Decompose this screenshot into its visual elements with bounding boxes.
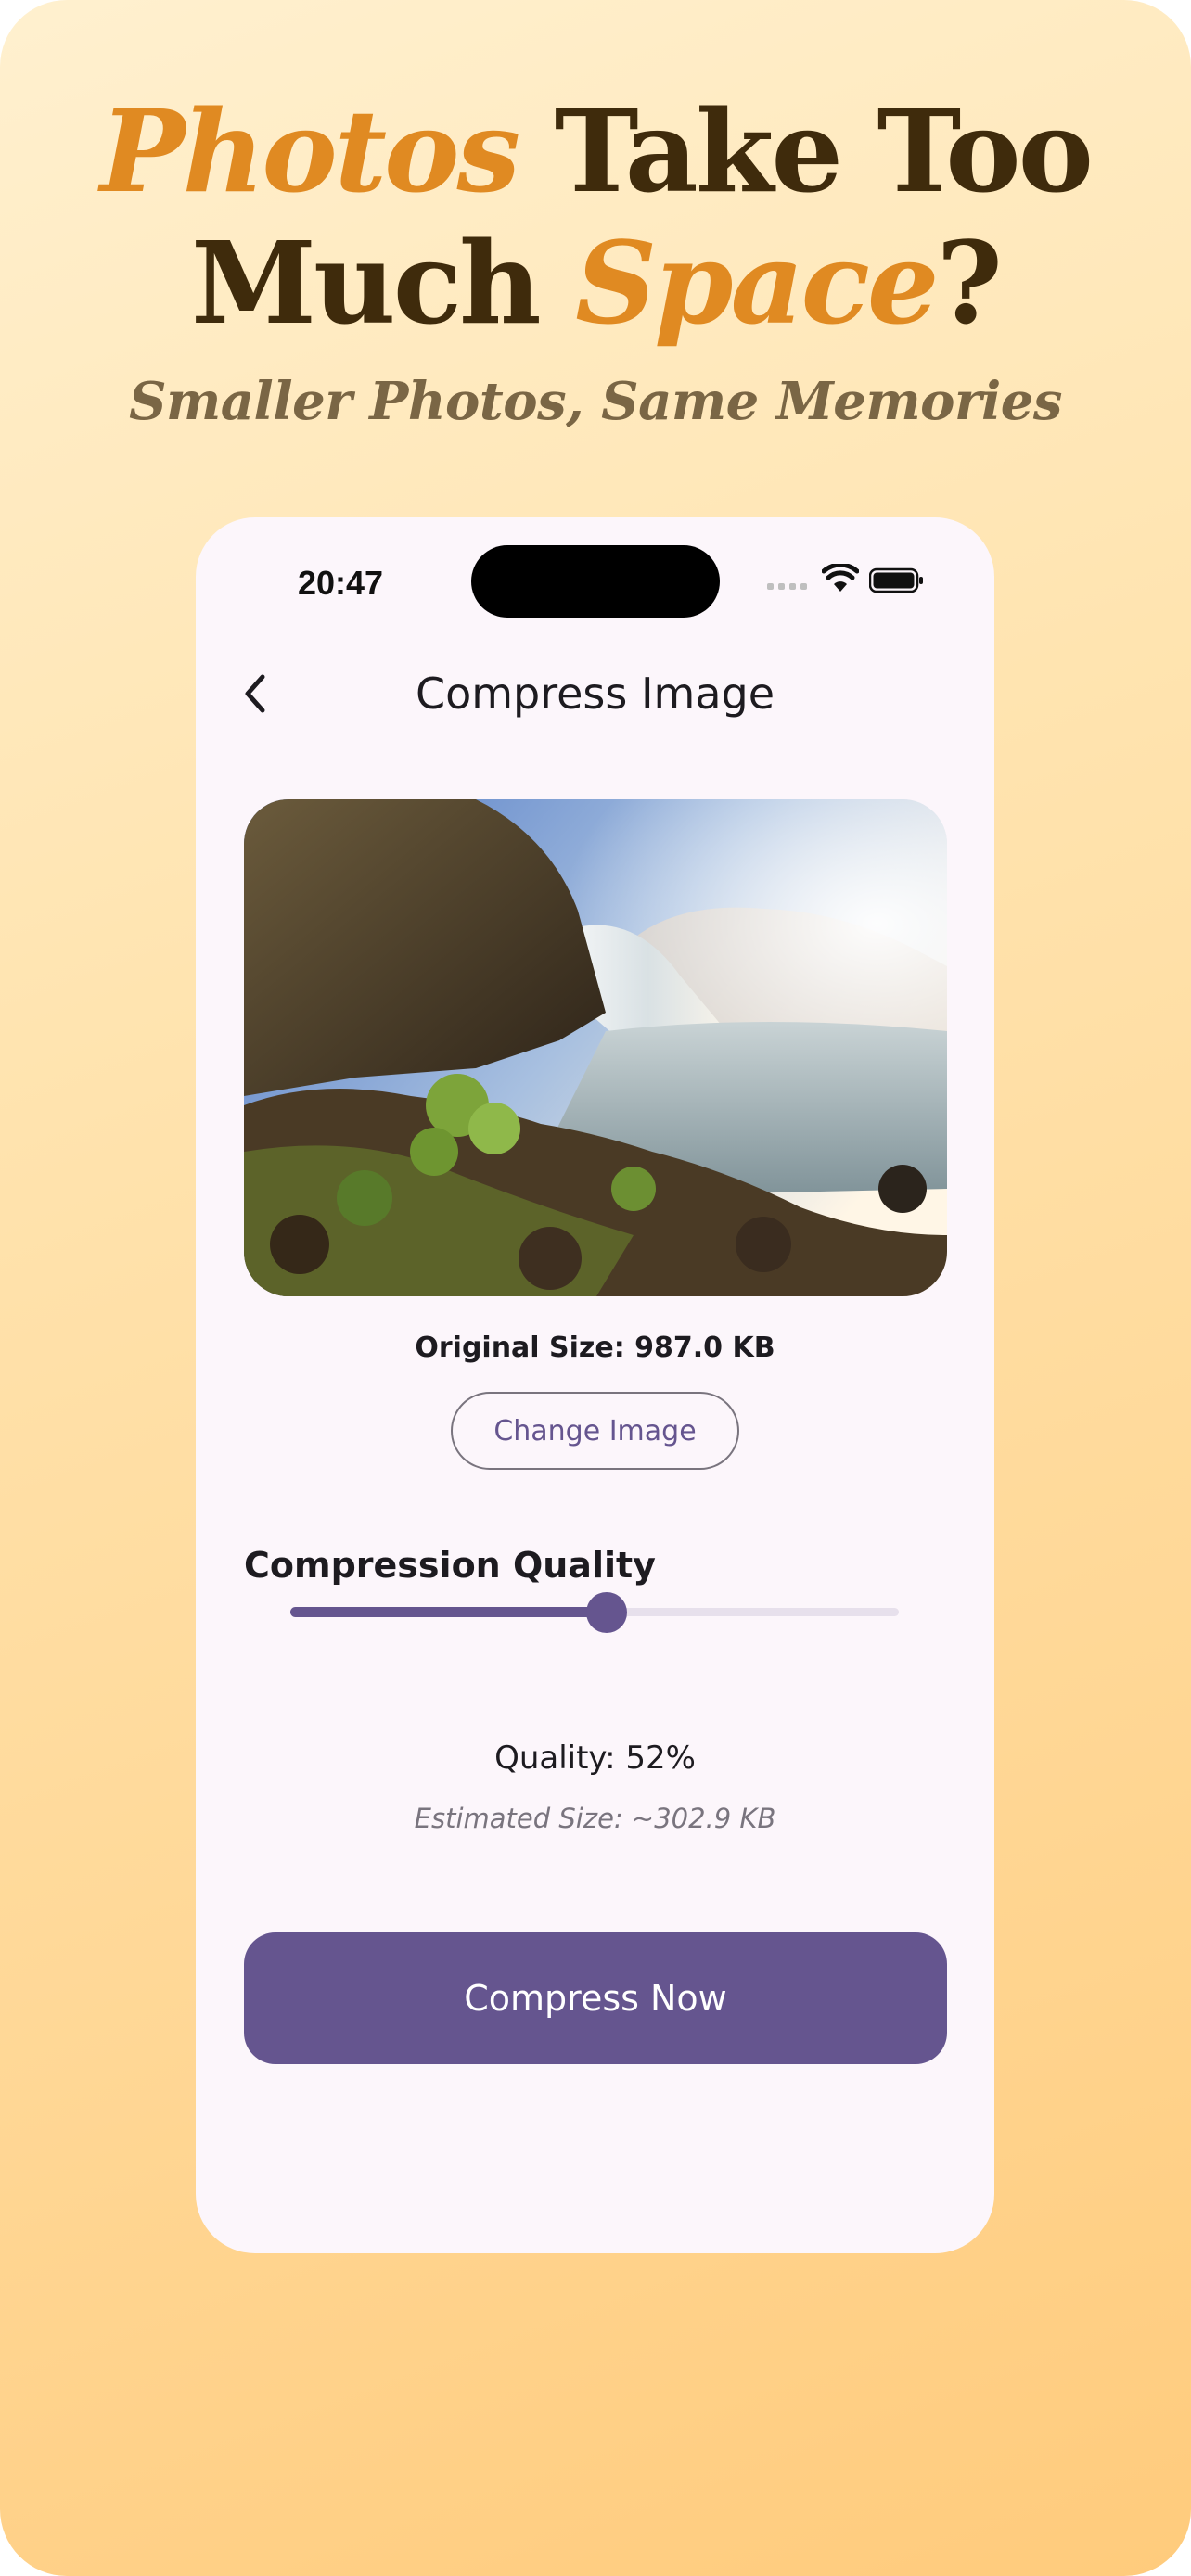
waterfall-photo xyxy=(244,799,947,1296)
headline-line-1-rest: Take Too xyxy=(518,84,1094,218)
subheadline: Smaller Photos, Same Memories xyxy=(129,371,1062,432)
compression-quality-heading: Compression Quality xyxy=(244,1545,656,1586)
headline-accent-space: Space xyxy=(575,216,939,350)
headline-accent-photos: Photos xyxy=(99,84,520,218)
change-image-button[interactable]: Change Image xyxy=(451,1392,739,1470)
estimated-size-label: Estimated Size: ~302.9 KB xyxy=(414,1803,776,1834)
promo-poster: Photos Take Too Much Space? Smaller Phot… xyxy=(0,0,1191,2576)
quality-slider[interactable] xyxy=(290,1584,899,1639)
headline-line-2-start: Much xyxy=(190,216,576,350)
headline: Photos Take Too Much Space? xyxy=(0,85,1191,349)
slider-active-track xyxy=(290,1607,608,1617)
slider-thumb[interactable] xyxy=(586,1592,628,1633)
status-time: 20:47 xyxy=(298,564,384,602)
battery-icon xyxy=(869,567,923,593)
original-size-label: Original Size: 987.0 KB xyxy=(415,1332,775,1364)
dynamic-island xyxy=(471,545,720,618)
page-title: Compress Image xyxy=(415,669,775,719)
cellular-signal-icon xyxy=(767,580,808,590)
headline-line-2: Much Space? xyxy=(0,217,1191,349)
phone-screen: 20:47 Compress Image Original Size: 987.… xyxy=(196,517,994,2253)
headline-line-1: Photos Take Too xyxy=(0,85,1191,217)
quality-percentage-label: Quality: 52% xyxy=(494,1740,696,1777)
headline-line-2-end: ? xyxy=(936,216,1004,350)
wifi-icon xyxy=(822,564,859,592)
compress-now-button[interactable]: Compress Now xyxy=(244,1932,947,2064)
